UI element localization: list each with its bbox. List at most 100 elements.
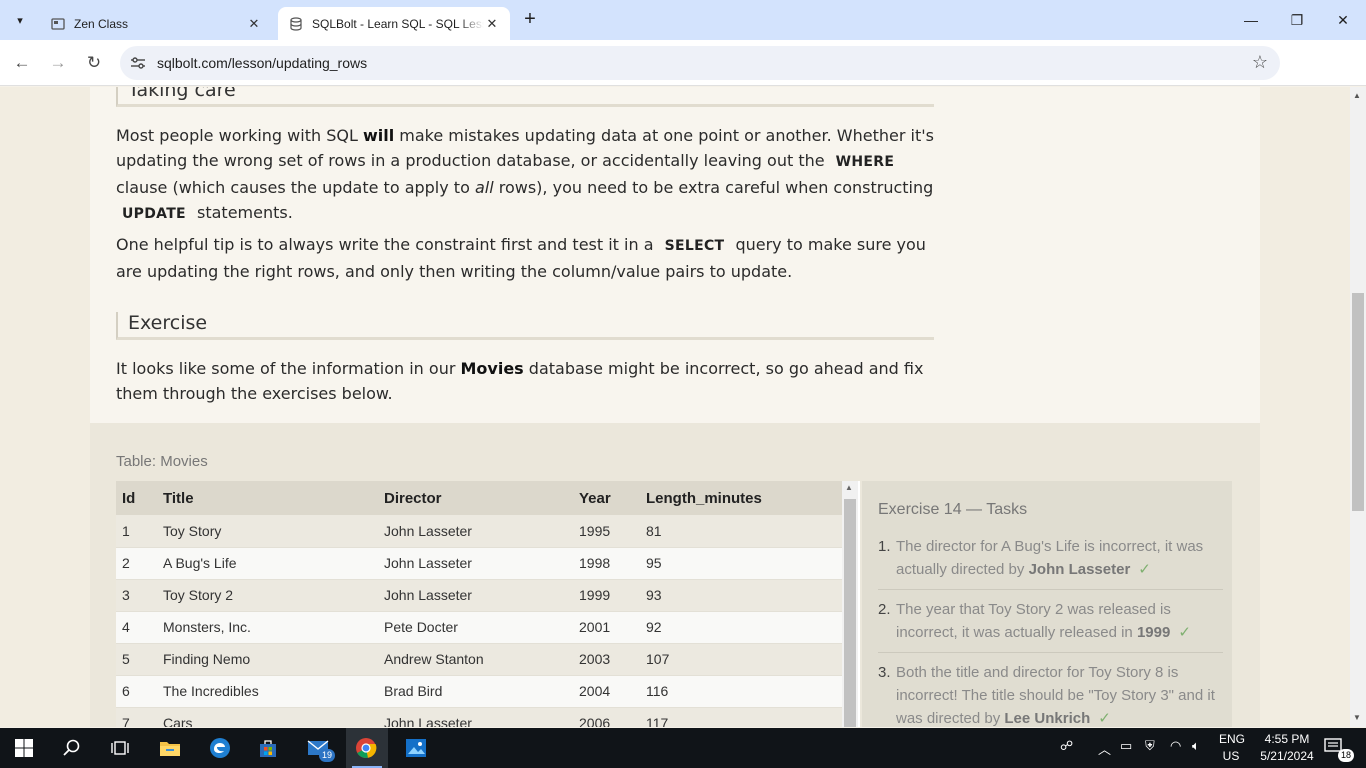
forward-arrow-icon[interactable]: → xyxy=(45,50,71,76)
page-scrollbar-thumb[interactable] xyxy=(1352,293,1364,511)
helpful-tip-paragraph: One helpful tip is to always write the c… xyxy=(116,235,926,281)
update-keyword: UPDATE xyxy=(122,206,186,222)
table-scrollbar-thumb[interactable] xyxy=(844,499,856,727)
cell-length: 117 xyxy=(640,707,844,727)
tab-close-icon[interactable]: ✕ xyxy=(484,16,500,32)
checkmark-icon: ✓ xyxy=(1178,624,1191,641)
cell-id: 4 xyxy=(116,611,157,644)
cell-title: Toy Story 2 xyxy=(157,579,378,612)
lesson-content: Taking care Most people working with SQL… xyxy=(90,87,1260,423)
table-row: 5 Finding Nemo Andrew Stanton 2003 107 xyxy=(116,643,844,676)
address-bar[interactable]: sqlbolt.com/lesson/updating_rows ☆ xyxy=(120,46,1280,80)
notification-center-icon[interactable]: 18 xyxy=(1324,738,1354,762)
tab-sqlbolt[interactable]: SQLBolt - Learn SQL - SQL Lesson 14: Upd… xyxy=(278,7,510,40)
mail-icon[interactable]: 19 xyxy=(298,732,338,764)
url-text[interactable]: sqlbolt.com/lesson/updating_rows xyxy=(157,55,367,71)
cell-length: 107 xyxy=(640,643,844,676)
page-viewport: Taking care Most people working with SQL… xyxy=(0,87,1350,727)
microsoft-store-icon[interactable] xyxy=(248,732,288,764)
tab-title: Zen Class xyxy=(74,16,129,31)
exercise-heading: Exercise xyxy=(116,312,934,340)
table-scrollbar[interactable]: ▲ xyxy=(842,481,858,727)
windows-start-icon[interactable] xyxy=(4,732,44,764)
cell-title: A Bug's Life xyxy=(157,547,378,580)
search-icon[interactable] xyxy=(52,732,92,764)
cell-length: 116 xyxy=(640,675,844,708)
tab-strip: ▾ Zen Class ✕ SQLBolt - Learn SQL - SQL … xyxy=(0,0,1366,40)
table-row: 1 Toy Story John Lasseter 1995 81 xyxy=(116,515,844,548)
cell-director: Andrew Stanton xyxy=(378,643,573,676)
cell-year: 1998 xyxy=(573,547,640,580)
scroll-down-arrow-icon[interactable]: ▼ xyxy=(1353,713,1361,722)
cell-id: 6 xyxy=(116,675,157,708)
volume-icon[interactable]: 🔈︎ xyxy=(1192,738,1200,754)
chrome-icon[interactable] xyxy=(346,732,386,764)
cell-id: 1 xyxy=(116,515,157,548)
cell-director: John Lasseter xyxy=(378,547,573,580)
cell-director: John Lasseter xyxy=(378,515,573,548)
cell-director: John Lasseter xyxy=(378,707,573,727)
checkmark-icon: ✓ xyxy=(1138,561,1151,578)
cell-id: 7 xyxy=(116,707,157,727)
zen-class-favicon-icon xyxy=(50,16,66,32)
task-list: 1. The director for A Bug's Life is incor… xyxy=(878,535,1223,727)
cell-year: 2006 xyxy=(573,707,640,727)
wifi-icon[interactable]: ◠ xyxy=(1170,738,1181,754)
cell-id: 5 xyxy=(116,643,157,676)
cell-title: Monsters, Inc. xyxy=(157,611,378,644)
cell-year: 1995 xyxy=(573,515,640,548)
tab-search-chevron-icon[interactable]: ▾ xyxy=(8,8,32,32)
scroll-up-arrow-icon[interactable]: ▲ xyxy=(1353,91,1361,100)
movies-table-container[interactable]: Id Title Director Year Length_minutes 1 … xyxy=(116,481,860,727)
restore-icon[interactable]: ❐ xyxy=(1274,0,1320,40)
cell-year: 1999 xyxy=(573,579,640,612)
database-favicon-icon xyxy=(288,16,304,32)
edge-browser-icon[interactable] xyxy=(200,732,240,764)
cell-title: Cars xyxy=(157,707,378,727)
task-item: 3. Both the title and director for Toy St… xyxy=(878,664,1215,727)
task-item: 2. The year that Toy Story 2 was released… xyxy=(878,598,1223,653)
minimize-icon[interactable]: — xyxy=(1228,0,1274,40)
back-arrow-icon[interactable]: ← xyxy=(9,50,35,76)
cell-year: 2003 xyxy=(573,643,640,676)
security-alert-icon[interactable]: ⛨ xyxy=(1145,738,1155,754)
clock-date: 5/21/2024 xyxy=(1260,749,1314,763)
column-header-length-minutes: Length_minutes xyxy=(646,489,762,507)
cell-id: 3 xyxy=(116,579,157,612)
photos-icon[interactable] xyxy=(396,732,436,764)
site-settings-icon[interactable] xyxy=(128,53,148,73)
column-header-director: Director xyxy=(384,489,442,507)
new-tab-plus-icon[interactable]: + xyxy=(518,8,542,32)
input-language-indicator[interactable]: ENG US xyxy=(1219,731,1245,765)
table-row: 2 A Bug's Life John Lasseter 1998 95 xyxy=(116,547,844,580)
table-header-row: Id Title Director Year Length_minutes xyxy=(116,481,844,515)
close-window-icon[interactable]: ✕ xyxy=(1320,0,1366,40)
column-header-year: Year xyxy=(579,489,611,507)
reload-icon[interactable]: ↻ xyxy=(81,50,107,76)
taking-care-heading: Taking care xyxy=(116,87,934,107)
exercise-intro-paragraph: It looks like some of the information in… xyxy=(116,359,924,403)
task-view-icon[interactable] xyxy=(100,732,140,764)
scroll-up-arrow-icon[interactable]: ▲ xyxy=(845,483,853,492)
page-scrollbar[interactable]: ▲ ▼ xyxy=(1350,87,1366,727)
where-keyword: WHERE xyxy=(835,154,895,170)
file-explorer-icon[interactable] xyxy=(150,732,190,764)
tab-close-icon[interactable]: ✕ xyxy=(246,16,262,32)
bookmark-star-icon[interactable]: ☆ xyxy=(1252,52,1268,73)
cell-year: 2004 xyxy=(573,675,640,708)
battery-icon[interactable]: ▭ xyxy=(1120,738,1132,754)
cell-title: Finding Nemo xyxy=(157,643,378,676)
cell-length: 81 xyxy=(640,515,844,548)
tasks-title: Exercise 14 — Tasks xyxy=(878,501,1028,518)
people-icon[interactable]: ☍ xyxy=(1060,738,1073,754)
checkmark-icon: ✓ xyxy=(1098,710,1111,727)
column-header-title: Title xyxy=(163,489,194,507)
cell-title: Toy Story xyxy=(157,515,378,548)
select-keyword: SELECT xyxy=(664,238,725,254)
tab-zen-class[interactable]: Zen Class ✕ xyxy=(40,7,272,40)
tray-chevron-up-icon[interactable]: ︿ xyxy=(1098,739,1111,758)
column-header-id: Id xyxy=(122,489,136,507)
system-clock[interactable]: 4:55 PM 5/21/2024 xyxy=(1254,731,1320,765)
cell-length: 93 xyxy=(640,579,844,612)
exercise-area: Table: Movies Id Title Director Year Len… xyxy=(90,423,1260,727)
